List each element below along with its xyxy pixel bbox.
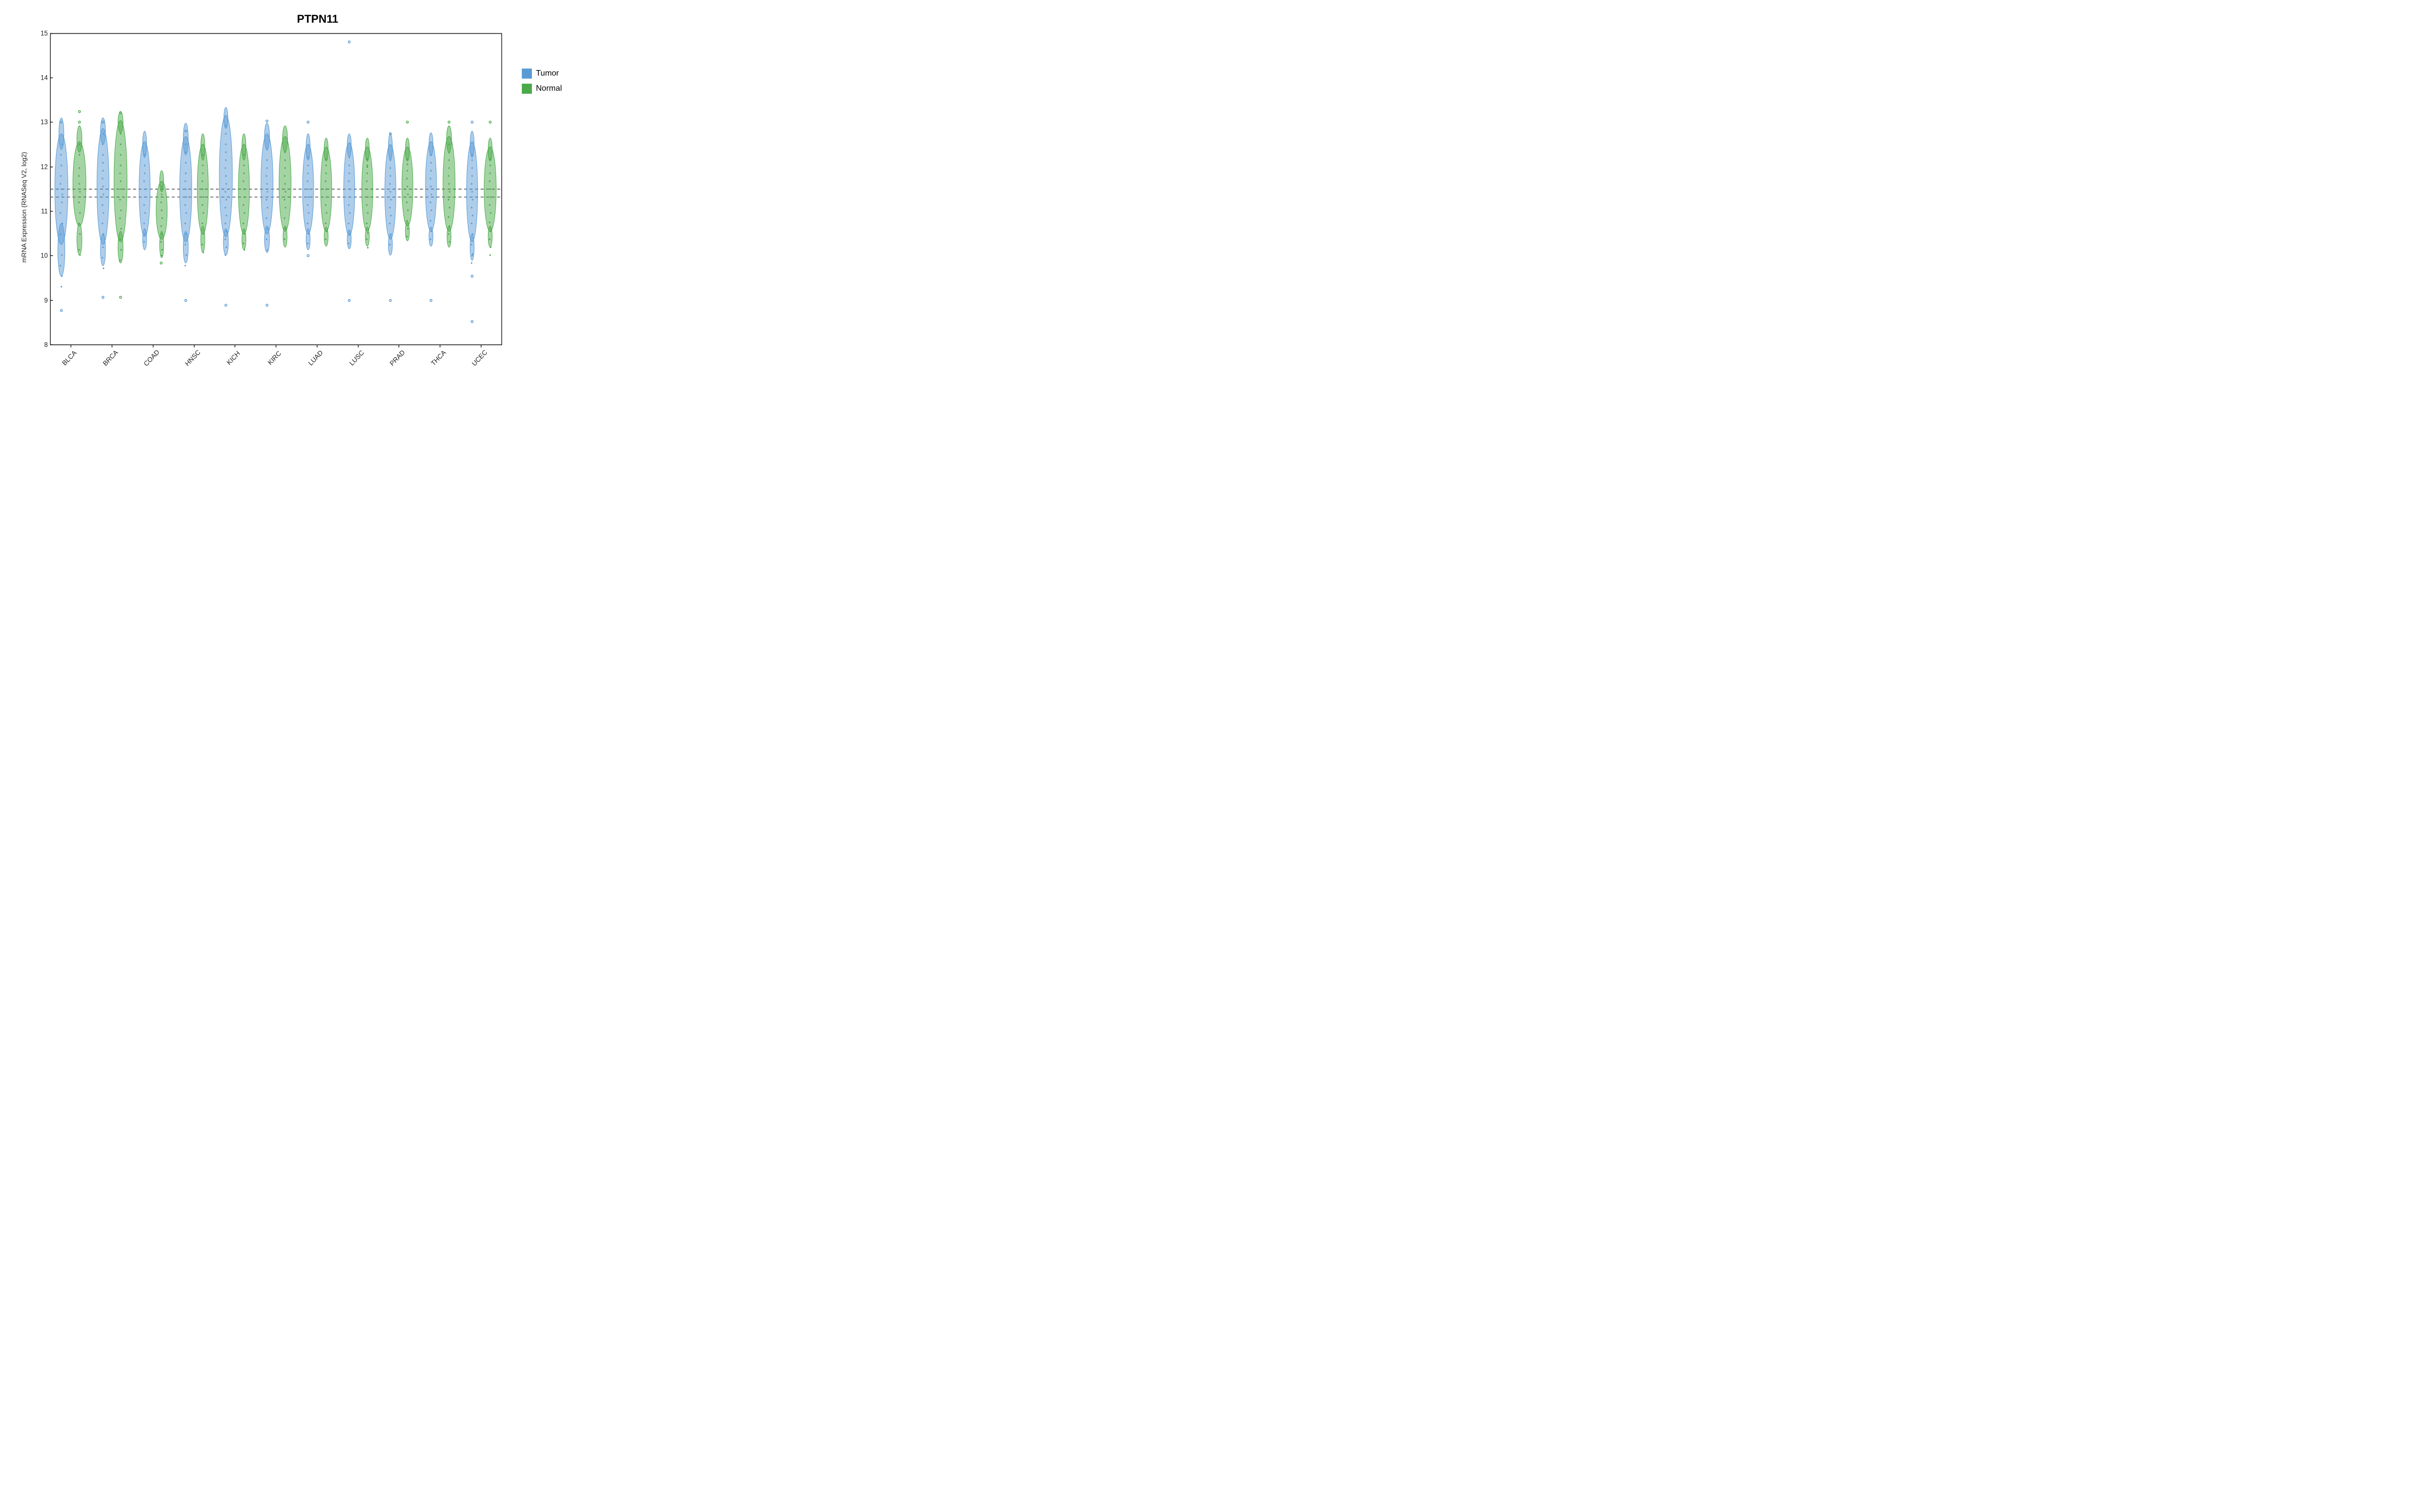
legend-box-normal: [522, 84, 532, 94]
svg-text:8: 8: [44, 341, 48, 348]
chart-area: mRNA Expression (RNASeq V2, log2) 15: [13, 28, 592, 366]
legend-item-tumor: Tumor: [522, 69, 592, 79]
svg-text:COAD: COAD: [142, 348, 161, 366]
main-plot-svg: 15 14 13 12 11 10 9: [35, 28, 512, 366]
svg-text:HNSC: HNSC: [184, 348, 202, 366]
svg-text:13: 13: [40, 118, 47, 125]
svg-text:THCA: THCA: [430, 349, 447, 366]
svg-text:10: 10: [40, 251, 47, 259]
svg-text:11: 11: [41, 207, 47, 215]
svg-text:PRAD: PRAD: [388, 348, 406, 366]
legend-label-tumor: Tumor: [536, 69, 559, 78]
svg-text:UCEC: UCEC: [470, 348, 489, 366]
svg-text:15: 15: [40, 29, 47, 37]
svg-text:9: 9: [44, 296, 48, 304]
legend-item-normal: Normal: [522, 84, 592, 94]
legend-area: Tumor Normal: [512, 28, 592, 366]
svg-text:KICH: KICH: [225, 349, 241, 366]
legend-label-normal: Normal: [536, 84, 562, 93]
svg-text:12: 12: [40, 163, 47, 170]
plot-and-legend: 15 14 13 12 11 10 9: [35, 28, 592, 366]
plot-svg-area: 15 14 13 12 11 10 9: [35, 28, 512, 366]
svg-text:LUAD: LUAD: [307, 349, 325, 366]
legend-box-tumor: [522, 69, 532, 79]
plot-wrapper: 15 14 13 12 11 10 9: [35, 28, 512, 366]
svg-text:BLCA: BLCA: [60, 349, 78, 366]
svg-text:LUSC: LUSC: [348, 349, 366, 366]
y-axis-label: mRNA Expression (RNASeq V2, log2): [13, 28, 35, 366]
chart-container: PTPN11 mRNA Expression (RNASeq V2, log2)…: [13, 8, 592, 370]
svg-text:14: 14: [40, 74, 47, 81]
chart-title: PTPN11: [43, 8, 592, 28]
svg-text:BRCA: BRCA: [101, 348, 119, 366]
svg-text:KIRC: KIRC: [266, 349, 282, 366]
